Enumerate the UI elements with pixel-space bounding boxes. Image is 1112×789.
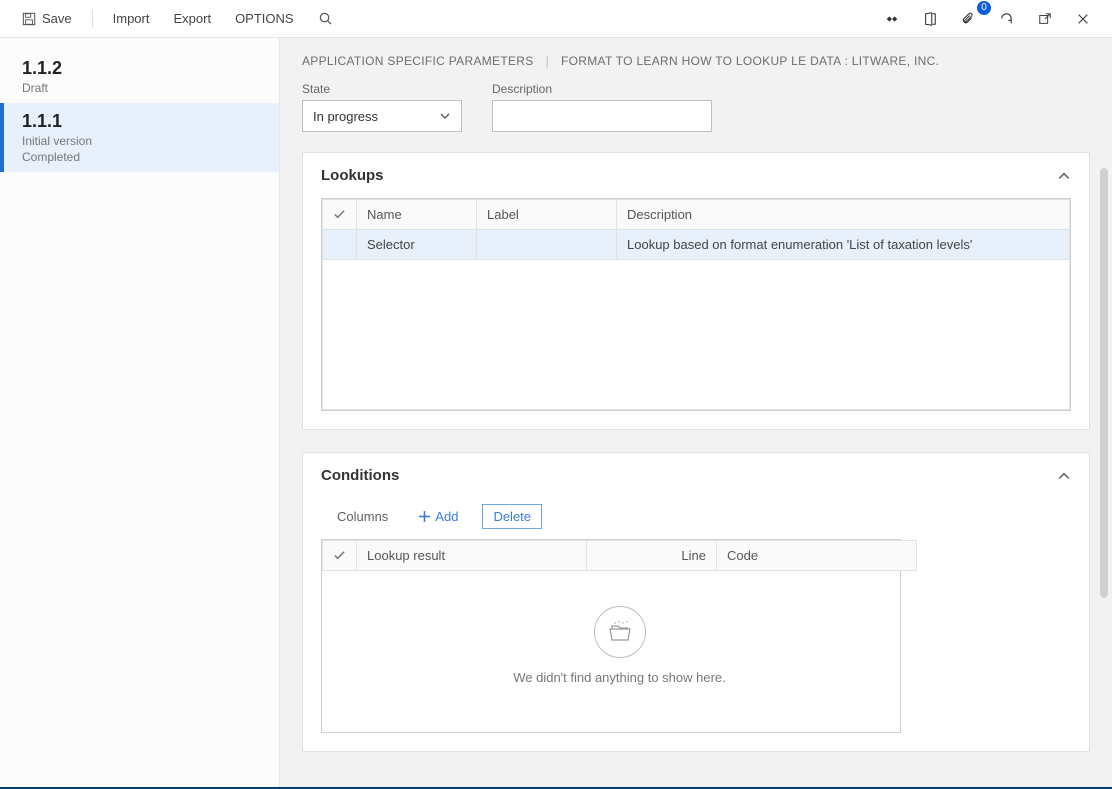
add-label: Add bbox=[435, 509, 458, 524]
plus-icon bbox=[418, 510, 431, 523]
col-name[interactable]: Name bbox=[357, 200, 477, 230]
connector-icon bbox=[885, 12, 899, 26]
refresh-button[interactable] bbox=[989, 5, 1024, 32]
description-field: Description bbox=[492, 82, 712, 132]
select-all-header[interactable] bbox=[323, 541, 357, 571]
col-label[interactable]: Label bbox=[477, 200, 617, 230]
col-code[interactable]: Code bbox=[717, 541, 917, 571]
popout-icon bbox=[1038, 12, 1052, 26]
col-lookup-result[interactable]: Lookup result bbox=[357, 541, 587, 571]
version-item-1-1-1[interactable]: 1.1.1 Initial version Completed bbox=[0, 103, 279, 172]
version-status-2: Completed bbox=[22, 150, 257, 164]
save-label: Save bbox=[42, 11, 72, 26]
col-line[interactable]: Line bbox=[587, 541, 717, 571]
conditions-panel: Conditions Columns Add bbox=[302, 452, 1090, 752]
breadcrumb-left: Application specific parameters bbox=[302, 54, 534, 68]
state-select[interactable]: In progress bbox=[302, 100, 462, 132]
empty-text: We didn't find anything to show here. bbox=[513, 670, 726, 685]
attachments-badge: 0 bbox=[977, 1, 991, 15]
description-label: Description bbox=[492, 82, 712, 96]
cell-label bbox=[477, 230, 617, 260]
empty-folder-icon bbox=[594, 606, 646, 658]
popout-button[interactable] bbox=[1028, 6, 1062, 32]
conditions-title: Conditions bbox=[321, 467, 399, 484]
version-item-1-1-2[interactable]: 1.1.2 Draft bbox=[0, 50, 279, 103]
lookups-row[interactable]: Selector Lookup based on format enumerat… bbox=[323, 230, 1070, 260]
breadcrumb-separator: | bbox=[546, 54, 549, 68]
refresh-icon bbox=[999, 11, 1014, 26]
lookups-title: Lookups bbox=[321, 167, 384, 184]
version-number: 1.1.2 bbox=[22, 58, 257, 79]
state-value: In progress bbox=[313, 109, 378, 124]
delete-label: Delete bbox=[493, 509, 531, 524]
save-icon bbox=[22, 12, 36, 26]
version-number: 1.1.1 bbox=[22, 111, 257, 132]
row-select[interactable] bbox=[323, 230, 357, 260]
state-field: State In progress bbox=[302, 82, 462, 132]
separator bbox=[92, 10, 93, 28]
conditions-header-row: Lookup result Line Code bbox=[323, 541, 917, 571]
lookups-header[interactable]: Lookups bbox=[303, 153, 1089, 198]
breadcrumb-right: Format to learn how to lookup LE data : … bbox=[561, 54, 939, 68]
cell-name: Selector bbox=[357, 230, 477, 260]
import-label: Import bbox=[113, 11, 150, 26]
delete-button[interactable]: Delete bbox=[482, 504, 542, 529]
options-button[interactable]: OPTIONS bbox=[225, 5, 304, 32]
paperclip-icon bbox=[961, 11, 975, 27]
search-icon bbox=[318, 11, 333, 26]
version-nav: 1.1.2 Draft 1.1.1 Initial version Comple… bbox=[0, 38, 280, 789]
conditions-toolbar: Columns Add Delete bbox=[321, 498, 1071, 539]
conditions-header[interactable]: Conditions bbox=[303, 453, 1089, 498]
col-description[interactable]: Description bbox=[617, 200, 1070, 230]
command-bar: Save Import Export OPTIONS bbox=[0, 0, 1112, 38]
chevron-up-icon bbox=[1057, 169, 1071, 183]
options-label: OPTIONS bbox=[235, 11, 294, 26]
export-button[interactable]: Export bbox=[163, 5, 221, 32]
export-label: Export bbox=[173, 11, 211, 26]
version-status: Initial version bbox=[22, 134, 257, 148]
main-content: Application specific parameters | Format… bbox=[280, 38, 1112, 789]
lookups-panel: Lookups Name bbox=[302, 152, 1090, 430]
conditions-grid: Lookup result Line Code bbox=[321, 539, 901, 733]
chevron-up-icon bbox=[1057, 469, 1071, 483]
version-status: Draft bbox=[22, 81, 257, 95]
grid-empty-space bbox=[323, 260, 1070, 410]
connector-button[interactable] bbox=[875, 6, 909, 32]
add-button[interactable]: Add bbox=[412, 505, 464, 528]
state-label: State bbox=[302, 82, 462, 96]
office-icon bbox=[923, 12, 937, 26]
empty-state: We didn't find anything to show here. bbox=[333, 578, 907, 725]
lookups-header-row: Name Label Description bbox=[323, 200, 1070, 230]
close-button[interactable] bbox=[1066, 6, 1100, 32]
import-button[interactable]: Import bbox=[103, 5, 160, 32]
select-all-header[interactable] bbox=[323, 200, 357, 230]
close-icon bbox=[1076, 12, 1090, 26]
conditions-empty-row: We didn't find anything to show here. bbox=[323, 571, 917, 733]
save-button[interactable]: Save bbox=[12, 5, 82, 32]
columns-label: Columns bbox=[337, 509, 388, 524]
lookups-grid: Name Label Description Selector Lookup b… bbox=[321, 198, 1071, 411]
search-button[interactable] bbox=[308, 5, 343, 32]
office-button[interactable] bbox=[913, 6, 947, 32]
cell-description: Lookup based on format enumeration 'List… bbox=[617, 230, 1070, 260]
scrollbar[interactable] bbox=[1100, 168, 1108, 598]
description-input[interactable] bbox=[492, 100, 712, 132]
columns-button[interactable]: Columns bbox=[331, 505, 394, 528]
attachments-button[interactable]: 0 bbox=[951, 5, 985, 33]
breadcrumb: Application specific parameters | Format… bbox=[302, 54, 1090, 68]
chevron-down-icon bbox=[439, 110, 451, 122]
